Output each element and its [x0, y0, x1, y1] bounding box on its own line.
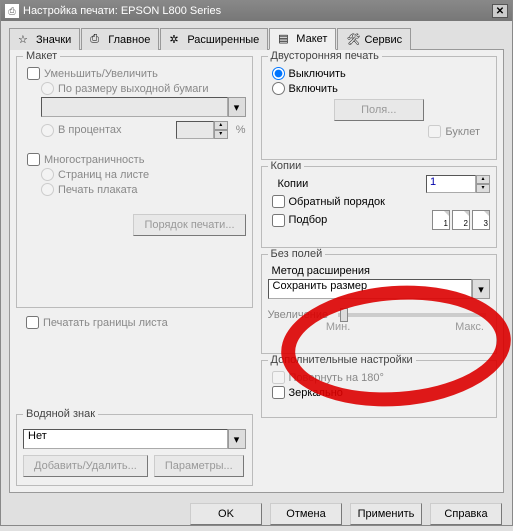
enlargement-slider[interactable]: [338, 313, 486, 317]
apply-button[interactable]: Применить: [350, 503, 422, 525]
slider-thumb[interactable]: [340, 308, 348, 322]
chevron-down-icon[interactable]: ▾: [228, 97, 246, 117]
printer-icon: ⎙: [90, 33, 104, 47]
help-button[interactable]: Справка: [430, 503, 502, 525]
expansion-method-select[interactable]: Сохранить размер▾: [268, 279, 491, 299]
layout-group: Макет Уменьшить/Увеличить По размеру вых…: [16, 56, 253, 308]
output-size-select[interactable]: ▾: [23, 97, 246, 117]
duplex-legend: Двусторонняя печать: [268, 50, 382, 62]
copies-legend: Копии: [268, 160, 305, 172]
copies-group: Копии Копии 1▴▾ Обратный порядок Подбор …: [261, 166, 498, 248]
spin-up-icon[interactable]: ▴: [476, 175, 490, 184]
borderless-legend: Без полей: [268, 248, 326, 260]
gear-icon: ✲: [169, 33, 183, 47]
tab-main[interactable]: ⎙Главное: [81, 28, 159, 50]
app-icon: ⎙: [5, 4, 19, 18]
cancel-button[interactable]: Отмена: [270, 503, 342, 525]
star-icon: ☆: [18, 33, 32, 47]
tab-advanced[interactable]: ✲Расширенные: [160, 28, 268, 50]
watermark-group: Водяной знак Нет▾ Добавить/Удалить...Пар…: [16, 414, 253, 486]
percent-radio[interactable]: В процентах ▴▾ %: [23, 121, 246, 139]
spin-down-icon[interactable]: ▾: [476, 184, 490, 193]
chevron-down-icon[interactable]: ▾: [472, 279, 490, 299]
fit-output-radio[interactable]: По размеру выходной бумаги: [23, 82, 246, 95]
expansion-method-label: Метод расширения: [268, 263, 491, 279]
layout-legend: Макет: [23, 50, 60, 62]
mirror-checkbox[interactable]: Зеркально: [268, 386, 491, 399]
spin-up-icon[interactable]: ▴: [214, 121, 228, 130]
copies-input[interactable]: 1▴▾: [426, 175, 490, 193]
ok-button[interactable]: OK: [190, 503, 262, 525]
left-column: Макет Уменьшить/Увеличить По размеру вых…: [16, 56, 253, 486]
booklet-checkbox[interactable]: Буклет: [268, 125, 491, 138]
print-borders-checkbox[interactable]: Печатать границы листа: [22, 316, 253, 329]
poster-radio[interactable]: Печать плаката: [23, 183, 246, 196]
tab-icons[interactable]: ☆Значки: [9, 28, 80, 50]
extras-group: Дополнительные настройки Повернуть на 18…: [261, 360, 498, 418]
collate-preview-icon: 123: [432, 210, 490, 230]
watermark-legend: Водяной знак: [23, 408, 98, 420]
titlebar[interactable]: ⎙ Настройка печати: EPSON L800 Series ✕: [1, 1, 512, 21]
spin-down-icon[interactable]: ▾: [214, 130, 228, 139]
window-title: Настройка печати: EPSON L800 Series: [23, 5, 492, 17]
tab-panel: Макет Уменьшить/Увеличить По размеру вых…: [9, 49, 504, 493]
multipage-checkbox[interactable]: Многостраничность: [23, 153, 246, 166]
wrench-icon: 🛠: [346, 33, 360, 47]
extras-legend: Дополнительные настройки: [268, 354, 416, 366]
watermark-add-delete-button: Добавить/Удалить...: [23, 455, 148, 477]
pages-per-sheet-radio[interactable]: Страниц на листе: [23, 168, 246, 181]
chevron-down-icon[interactable]: ▾: [228, 429, 246, 449]
percent-input: [176, 121, 214, 139]
duplex-on-radio[interactable]: Включить: [268, 82, 491, 95]
print-settings-window: ⎙ Настройка печати: EPSON L800 Series ✕ …: [0, 0, 513, 526]
duplex-group: Двусторонняя печать Выключить Включить П…: [261, 56, 498, 160]
duplex-off-radio[interactable]: Выключить: [268, 67, 491, 80]
collate-checkbox[interactable]: Подбор: [268, 214, 328, 227]
reverse-order-checkbox[interactable]: Обратный порядок: [268, 195, 491, 208]
tab-service[interactable]: 🛠Сервис: [337, 28, 411, 50]
watermark-params-button: Параметры...: [154, 455, 244, 477]
margins-button: Поля...: [334, 99, 424, 121]
rotate-180-checkbox[interactable]: Повернуть на 180°: [268, 371, 491, 384]
borderless-group: Без полей Метод расширения Сохранить раз…: [261, 254, 498, 354]
watermark-select[interactable]: Нет▾: [23, 429, 246, 449]
layout-icon: ▤: [278, 32, 292, 46]
close-button[interactable]: ✕: [492, 4, 508, 18]
print-order-button: Порядок печати...: [133, 214, 245, 236]
right-column: Двусторонняя печать Выключить Включить П…: [261, 56, 498, 486]
tab-bar: ☆Значки ⎙Главное ✲Расширенные ▤Макет 🛠Се…: [9, 27, 504, 49]
tab-layout[interactable]: ▤Макет: [269, 28, 336, 50]
reduce-enlarge-checkbox[interactable]: Уменьшить/Увеличить: [23, 67, 246, 80]
